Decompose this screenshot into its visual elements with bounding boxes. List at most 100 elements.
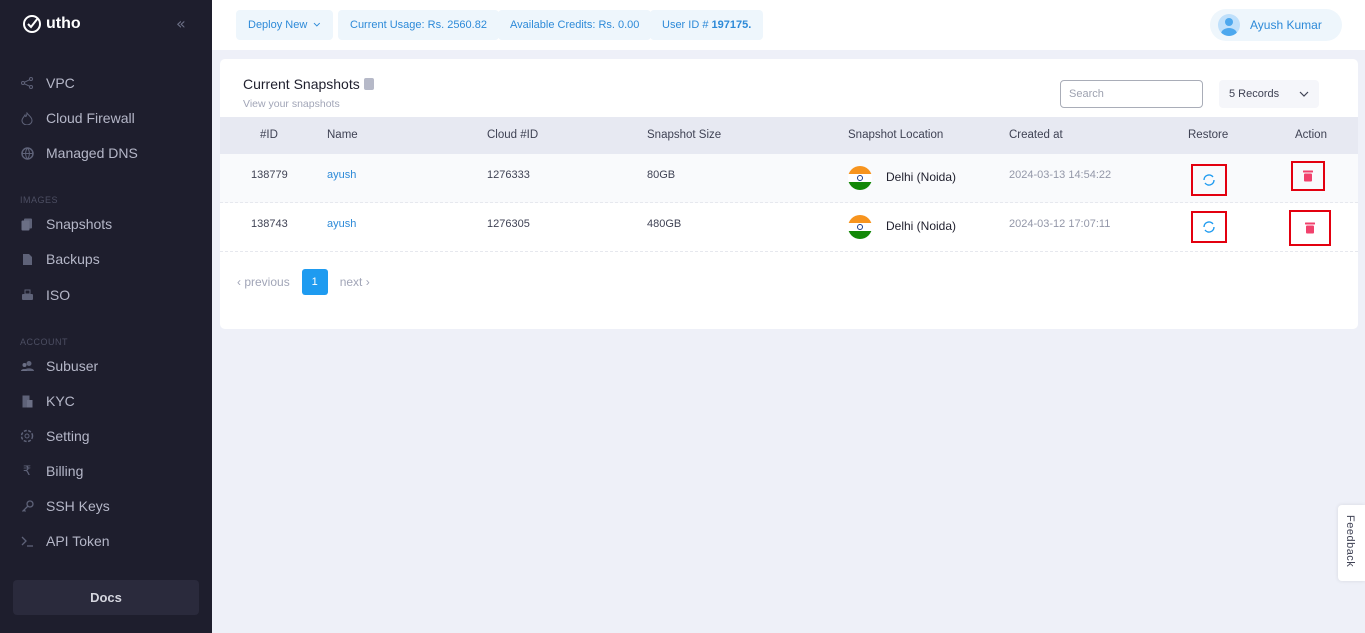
cell-id: 138743	[251, 218, 288, 230]
sidebar-item-subuser[interactable]: Subuser	[20, 354, 200, 378]
delete-button[interactable]	[1289, 210, 1331, 246]
copy-icon	[363, 78, 374, 90]
docs-button[interactable]: Docs	[13, 580, 199, 615]
refresh-icon	[1203, 221, 1215, 233]
table-row: 138779 ayush 1276333 80GB Delhi (Noida) …	[220, 154, 1358, 203]
key-icon	[20, 499, 34, 513]
restore-button[interactable]	[1191, 164, 1227, 196]
refresh-icon	[1203, 174, 1215, 186]
sidebar-item-label: ISO	[46, 287, 71, 303]
id-card-icon	[20, 394, 34, 408]
current-usage-badge: Current Usage: Rs. 2560.82	[338, 10, 499, 40]
sidebar-item-label: Managed DNS	[46, 145, 138, 161]
india-flag-icon	[848, 215, 872, 239]
sidebar-item-snapshots[interactable]: Snapshots	[20, 212, 200, 236]
section-account-label: ACCOUNT	[20, 337, 68, 347]
sidebar-item-backups[interactable]: Backups	[20, 247, 200, 271]
sidebar-item-label: Backups	[46, 251, 100, 267]
sidebar-item-label: Setting	[46, 428, 90, 444]
utho-logo-icon	[23, 15, 41, 33]
cell-location: Delhi (Noida)	[886, 219, 957, 233]
sidebar-item-cloud-firewall[interactable]: Cloud Firewall	[20, 106, 200, 130]
page-title: Current Snapshots	[243, 76, 374, 92]
cell-created: 2024-03-13 14:54:22	[1009, 169, 1112, 181]
cell-created: 2024-03-12 17:07:11	[1009, 218, 1111, 230]
sidebar-item-vpc[interactable]: VPC	[20, 71, 200, 95]
column-header-size[interactable]: Snapshot Size	[647, 117, 721, 154]
users-icon	[20, 359, 34, 373]
sidebar-item-label: SSH Keys	[46, 498, 110, 514]
sidebar-item-label: API Token	[46, 533, 110, 549]
cell-size: 480GB	[647, 218, 682, 230]
terminal-icon	[20, 534, 34, 548]
top-header: Deploy New Current Usage: Rs. 2560.82 Av…	[212, 0, 1365, 50]
cell-location: Delhi (Noida)	[886, 170, 957, 184]
share-nodes-icon	[20, 76, 34, 90]
page-title-text: Current Snapshots	[243, 76, 360, 92]
sidebar-item-label: VPC	[46, 75, 75, 91]
available-credits-badge: Available Credits: Rs. 0.00	[498, 10, 652, 40]
brand-name: utho	[46, 15, 81, 32]
sidebar-item-label: Billing	[46, 463, 84, 479]
trash-icon	[1305, 222, 1315, 234]
feedback-tab[interactable]: Feedback	[1338, 505, 1365, 581]
sidebar-item-ssh-keys[interactable]: SSH Keys	[20, 494, 200, 518]
current-usage-text: Current Usage: Rs. 2560.82	[350, 19, 487, 31]
snapshots-card: Current Snapshots View your snapshots 5 …	[220, 59, 1358, 329]
chevron-down-icon	[1299, 91, 1309, 97]
cell-cloud-id: 1276333	[487, 169, 530, 181]
user-id-prefix: User ID #	[662, 19, 712, 31]
deploy-new-label: Deploy New	[248, 19, 308, 31]
records-select[interactable]: 5 Records	[1219, 80, 1319, 108]
column-header-name[interactable]: Name	[327, 117, 358, 154]
column-header-id[interactable]: #ID	[260, 117, 278, 154]
sidebar-item-managed-dns[interactable]: Managed DNS	[20, 141, 200, 165]
sidebar-item-kyc[interactable]: KYC	[20, 389, 200, 413]
table-header: #ID Name Cloud #ID Snapshot Size Snapsho…	[220, 117, 1358, 154]
page-subtitle: View your snapshots	[243, 98, 340, 110]
sidebar-item-iso[interactable]: ISO	[20, 283, 200, 307]
chevron-down-icon	[313, 22, 321, 27]
column-header-restore: Restore	[1188, 129, 1229, 141]
table-row: 138743 ayush 1276305 480GB Delhi (Noida)…	[220, 203, 1358, 252]
fire-icon	[20, 111, 34, 125]
delete-button[interactable]	[1291, 161, 1325, 191]
column-header-action: Action	[1295, 129, 1327, 141]
column-header-created[interactable]: Created at	[1009, 117, 1063, 154]
collapse-sidebar-icon[interactable]: «	[176, 14, 190, 34]
restore-button[interactable]	[1191, 211, 1227, 243]
available-credits-text: Available Credits: Rs. 0.00	[510, 19, 640, 31]
cell-size: 80GB	[647, 169, 676, 181]
sidebar-item-setting[interactable]: Setting	[20, 424, 200, 448]
cell-name-link[interactable]: ayush	[327, 169, 356, 181]
sidebar-item-label: KYC	[46, 393, 75, 409]
column-header-cloud-id[interactable]: Cloud #ID	[487, 117, 538, 154]
copy-icon	[20, 217, 34, 231]
avatar	[1218, 14, 1240, 36]
user-menu[interactable]: Ayush Kumar	[1210, 9, 1342, 41]
search-input[interactable]	[1060, 80, 1203, 108]
page-number-current[interactable]: 1	[301, 269, 328, 295]
india-flag-icon	[848, 166, 872, 190]
brand-logo[interactable]: utho	[22, 14, 81, 34]
sidebar-item-label: Snapshots	[46, 216, 113, 232]
sidebar-item-billing[interactable]: ₹ Billing	[20, 459, 200, 483]
deploy-new-dropdown[interactable]: Deploy New	[236, 10, 333, 40]
cell-name-link[interactable]: ayush	[327, 218, 356, 230]
disc-icon	[20, 288, 34, 302]
user-id-value: 197175.	[711, 19, 752, 31]
sidebar-item-label: Cloud Firewall	[46, 110, 135, 126]
rupee-icon: ₹	[22, 463, 32, 479]
globe-icon	[20, 146, 34, 160]
feedback-label: Feedback	[1344, 515, 1356, 568]
pagination: ‹ previous 1 next ›	[237, 269, 370, 295]
previous-page-link[interactable]: ‹ previous	[237, 275, 290, 289]
sidebar-item-api-token[interactable]: API Token	[20, 529, 200, 553]
cell-id: 138779	[251, 169, 288, 181]
sidebar-item-label: Subuser	[46, 358, 99, 374]
next-page-link[interactable]: next ›	[340, 275, 370, 289]
column-header-location[interactable]: Snapshot Location	[848, 117, 943, 154]
section-images-label: IMAGES	[20, 195, 59, 205]
trash-icon	[1303, 170, 1313, 182]
user-name: Ayush Kumar	[1250, 18, 1322, 32]
